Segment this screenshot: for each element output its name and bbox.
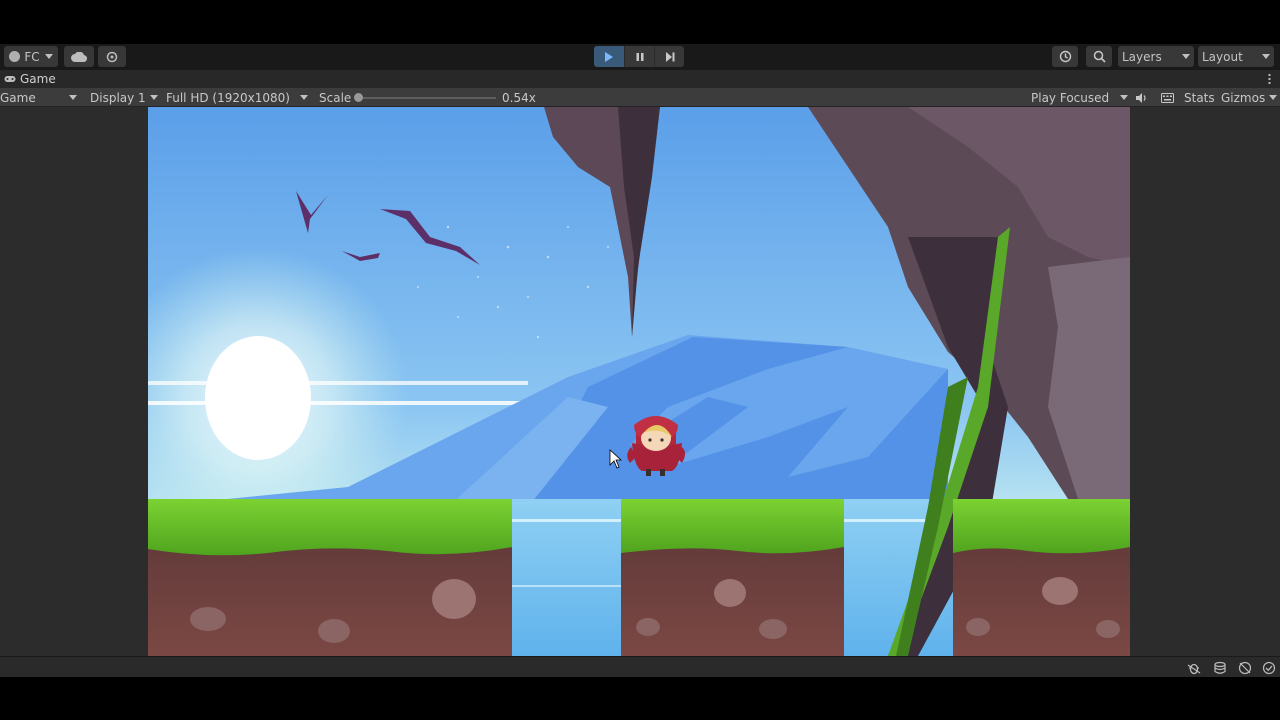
display-label: Display 1 xyxy=(90,90,146,105)
sea-highlight xyxy=(512,585,622,587)
status-bar xyxy=(0,656,1280,677)
database-icon[interactable] xyxy=(1213,661,1227,675)
pause-icon xyxy=(636,52,643,61)
display-dropdown[interactable]: Display 1 xyxy=(90,88,160,107)
layout-dropdown[interactable]: Layout xyxy=(1198,46,1274,67)
light-streak xyxy=(148,381,528,385)
scale-slider[interactable] xyxy=(358,97,496,99)
ground-platform xyxy=(953,499,1130,656)
scale-label: Scale xyxy=(319,90,352,105)
bug-icon[interactable] xyxy=(1187,661,1201,675)
chevron-down-icon xyxy=(44,54,53,59)
step-icon xyxy=(665,51,674,62)
tab-game[interactable]: Game xyxy=(0,70,56,88)
gizmos-dropdown[interactable]: Gizmos xyxy=(1221,88,1279,107)
letterbox-bottom xyxy=(0,677,1280,720)
view-mode-label: Game xyxy=(0,90,36,105)
chevron-down-icon xyxy=(300,95,308,100)
chevron-down-icon xyxy=(150,95,158,100)
sea xyxy=(512,499,622,656)
search-icon xyxy=(1093,50,1106,63)
play-button[interactable] xyxy=(594,46,624,67)
game-scene xyxy=(148,107,1130,656)
play-mode-dropdown[interactable]: Play Focused xyxy=(1031,88,1131,107)
sun xyxy=(205,336,311,460)
view-mode-dropdown[interactable]: Game xyxy=(0,88,80,107)
collab-icon xyxy=(106,51,118,62)
account-label: FC xyxy=(24,49,40,64)
layers-dropdown[interactable]: Layers xyxy=(1118,46,1194,67)
game-viewport[interactable] xyxy=(148,107,1130,656)
check-icon[interactable] xyxy=(1262,661,1276,675)
chevron-down-icon xyxy=(1120,95,1128,100)
resolution-label: Full HD (1920x1080) xyxy=(166,90,290,105)
keyboard-icon xyxy=(1161,92,1174,103)
resolution-dropdown[interactable]: Full HD (1920x1080) xyxy=(166,88,312,107)
chevron-down-icon xyxy=(69,95,77,100)
cloud-button[interactable] xyxy=(64,46,94,67)
scale-slider-handle[interactable] xyxy=(354,93,363,102)
undo-history-button[interactable] xyxy=(1052,46,1078,67)
play-mode-label: Play Focused xyxy=(1031,90,1110,105)
network-icon[interactable] xyxy=(1238,661,1252,675)
scale-value: 0.54x xyxy=(502,90,536,105)
game-view-toolbar: Game Display 1 Full HD (1920x1080) Scale… xyxy=(0,88,1280,107)
collab-button[interactable] xyxy=(98,46,126,67)
pause-button[interactable] xyxy=(624,46,654,67)
tab-title: Game xyxy=(20,72,56,86)
playmode-controls xyxy=(594,46,684,67)
keyboard-button[interactable] xyxy=(1161,88,1175,107)
audio-icon xyxy=(1136,92,1146,103)
mute-audio-button[interactable] xyxy=(1136,88,1150,107)
sea-highlight xyxy=(512,519,622,522)
history-icon xyxy=(1059,50,1071,63)
chevron-down-icon xyxy=(1262,54,1270,59)
account-icon xyxy=(9,51,21,62)
gamepad-icon xyxy=(4,76,16,82)
stats-button[interactable]: Stats xyxy=(1184,88,1215,107)
play-icon xyxy=(605,51,613,62)
step-button[interactable] xyxy=(654,46,684,67)
chevron-down-icon xyxy=(1182,54,1190,59)
account-dropdown[interactable]: FC xyxy=(4,46,58,67)
chevron-down-icon xyxy=(1269,95,1277,100)
ground-platform xyxy=(148,499,512,656)
main-toolbar: FC Layers Layout xyxy=(0,44,1280,70)
gizmos-label: Gizmos xyxy=(1221,90,1266,105)
search-button[interactable] xyxy=(1086,46,1112,67)
layers-label: Layers xyxy=(1122,49,1162,64)
more-options-icon[interactable] xyxy=(1268,73,1271,85)
layout-label: Layout xyxy=(1202,49,1243,64)
unity-editor: FC Layers Layout Game Game Display 1 Ful… xyxy=(0,0,1280,720)
light-streak xyxy=(148,401,528,405)
cloud-icon xyxy=(71,51,87,62)
window-tab-bar: Game xyxy=(0,70,1280,88)
ground-platform xyxy=(621,499,844,656)
